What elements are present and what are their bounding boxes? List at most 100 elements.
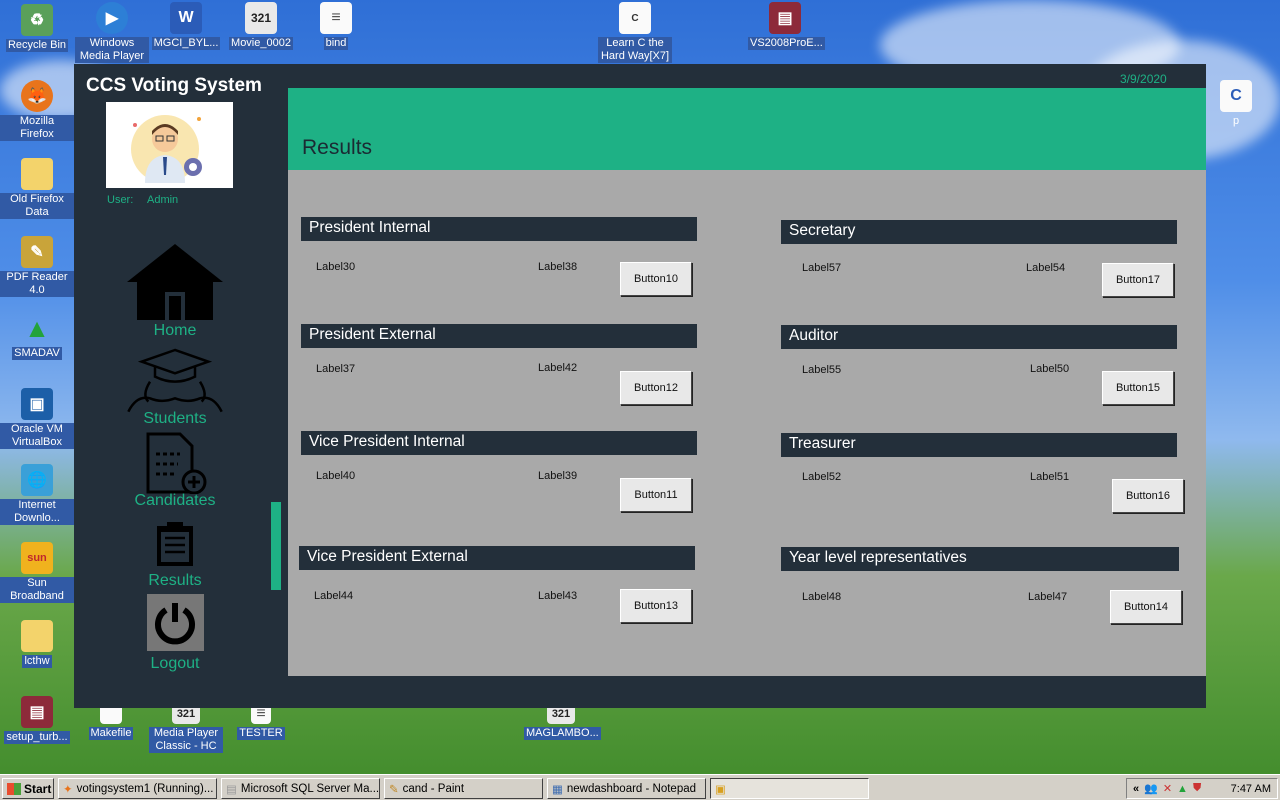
candidate-label: Label55 bbox=[802, 364, 842, 376]
votes-label: Label51 bbox=[1030, 471, 1070, 483]
voting-system-window: CCS Voting System 3/9/2020 User: Admin H… bbox=[74, 64, 1206, 708]
network-icon[interactable]: ✕ bbox=[1163, 782, 1172, 795]
desktop-icon-makefile[interactable]: Makefile bbox=[74, 704, 148, 740]
task-notepad[interactable]: ▦ newdashboard - Notepad bbox=[547, 778, 706, 799]
desktop-icon-p[interactable]: C p bbox=[1199, 80, 1273, 128]
desktop-icon-setup-turbo[interactable]: ▤ setup_turb... bbox=[0, 696, 74, 744]
task-votingsystem[interactable]: ✦ votingsystem1 (Running)... bbox=[58, 778, 217, 799]
archive-icon: ▤ bbox=[769, 2, 801, 34]
nav-home-label: Home bbox=[153, 322, 197, 339]
votes-label: Label43 bbox=[538, 590, 578, 602]
section-header: Year level representatives bbox=[781, 547, 1179, 571]
word-doc-icon: W bbox=[170, 2, 202, 34]
desktop-icon-virtualbox[interactable]: ▣ Oracle VM VirtualBox bbox=[0, 388, 74, 449]
desktop-icon-lcthw[interactable]: lcthw bbox=[0, 620, 74, 668]
candidate-label: Label40 bbox=[316, 470, 356, 482]
desktop-icon-sun-broadband[interactable]: sun Sun Broadband bbox=[0, 542, 74, 603]
desktop-icon-smadav[interactable]: ▲ SMADAV bbox=[0, 312, 74, 360]
page-header: Results bbox=[288, 88, 1206, 170]
candidate-label: Label30 bbox=[316, 261, 356, 273]
start-button[interactable]: Start bbox=[2, 778, 54, 799]
virtualbox-icon: ✦ bbox=[63, 783, 73, 796]
start-label: Start bbox=[24, 781, 52, 796]
home-icon bbox=[125, 242, 225, 320]
button-14[interactable]: Button14 bbox=[1110, 590, 1182, 624]
download-icon: 🌐 bbox=[21, 464, 53, 496]
system-tray: « 👥 ✕ ▲ ⛊ 7:47 AM bbox=[1126, 778, 1278, 799]
votes-label: Label38 bbox=[538, 261, 578, 273]
results-panel: President Internal Label30 Label38 Butto… bbox=[288, 170, 1206, 676]
desktop-icon-bind[interactable]: ≡ bind bbox=[299, 2, 373, 50]
nav-results-label: Results bbox=[148, 572, 202, 589]
media-player-icon: ▶ bbox=[96, 2, 128, 34]
tray-chevron-icon[interactable]: « bbox=[1133, 783, 1139, 795]
button-13[interactable]: Button13 bbox=[620, 589, 692, 623]
desktop-icon-movie[interactable]: 321 Movie_0002 bbox=[224, 2, 298, 50]
button-10[interactable]: Button10 bbox=[620, 262, 692, 296]
user-label: User: bbox=[107, 194, 134, 206]
task-label: votingsystem1 (Running)... bbox=[76, 782, 214, 795]
desktop-icon-maglambo[interactable]: 321 MAGLAMBO... bbox=[524, 704, 601, 740]
nav-students[interactable]: Students bbox=[114, 342, 236, 428]
sql-server-icon: ▤ bbox=[226, 783, 237, 796]
smadav-tray-icon[interactable]: ▲ bbox=[1177, 783, 1188, 795]
desktop-icon-windows-media-player[interactable]: ▶ Windows Media Player bbox=[75, 2, 149, 63]
desktop-icon-old-firefox-data[interactable]: Old Firefox Data bbox=[0, 158, 74, 219]
desktop-icon-mgci[interactable]: W MGCI_BYL... bbox=[149, 2, 223, 50]
c-source-file-icon: C bbox=[1220, 80, 1252, 112]
task-label: cand - Paint bbox=[402, 782, 465, 795]
button-17[interactable]: Button17 bbox=[1102, 263, 1174, 297]
video-icon: 321 bbox=[245, 2, 277, 34]
votes-label: Label54 bbox=[1026, 262, 1066, 274]
user-value: Admin bbox=[147, 194, 179, 206]
desktop-icon-vs2008[interactable]: ▤ VS2008ProE... bbox=[748, 2, 825, 50]
text-file-icon: ≡ bbox=[320, 2, 352, 34]
section-header: President External bbox=[301, 324, 697, 348]
votes-label: Label42 bbox=[538, 362, 578, 374]
task-sql-server[interactable]: ▤ Microsoft SQL Server Ma... bbox=[221, 778, 380, 799]
task-active-window[interactable]: ▣ bbox=[710, 778, 869, 799]
active-nav-indicator bbox=[271, 502, 281, 590]
date-label: 3/9/2020 bbox=[1120, 72, 1167, 86]
candidate-label: Label52 bbox=[802, 471, 842, 483]
nav-logout-label: Logout bbox=[150, 655, 200, 672]
section-header: Auditor bbox=[781, 325, 1177, 349]
candidates-icon bbox=[125, 432, 225, 494]
task-label: Microsoft SQL Server Ma... bbox=[240, 782, 380, 795]
button-16[interactable]: Button16 bbox=[1112, 479, 1184, 513]
button-12[interactable]: Button12 bbox=[620, 371, 692, 405]
shield-icon[interactable]: ⛊ bbox=[1193, 782, 1201, 795]
users-icon[interactable]: 👥 bbox=[1144, 782, 1158, 795]
admin-avatar-icon bbox=[130, 115, 202, 183]
nav-candidates[interactable]: Candidates bbox=[114, 432, 236, 510]
desktop-icon-tester[interactable]: ≡ TESTER bbox=[224, 704, 298, 740]
virtualbox-icon: ▣ bbox=[21, 388, 53, 420]
desktop-icon-internet-download[interactable]: 🌐 Internet Downlo... bbox=[0, 464, 74, 525]
section-header: Vice President External bbox=[299, 546, 695, 570]
desktop-icon-media-player-classic[interactable]: 321 Media Player Classic - HC bbox=[149, 704, 223, 753]
clock: 7:47 AM bbox=[1230, 782, 1271, 795]
sun-icon: sun bbox=[21, 542, 53, 574]
desktop-icon-pdf-reader[interactable]: ✎ PDF Reader 4.0 bbox=[0, 236, 74, 297]
button-15[interactable]: Button15 bbox=[1102, 371, 1174, 405]
paint-icon: ✎ bbox=[389, 783, 399, 796]
task-paint[interactable]: ✎ cand - Paint bbox=[384, 778, 543, 799]
candidate-label: Label44 bbox=[314, 590, 354, 602]
votes-label: Label50 bbox=[1030, 363, 1070, 375]
pdf-icon: ✎ bbox=[21, 236, 53, 268]
desktop-icon-recycle-bin[interactable]: ♻ Recycle Bin bbox=[0, 4, 74, 52]
taskbar: Start ✦ votingsystem1 (Running)... ▤ Mic… bbox=[0, 774, 1280, 800]
results-clipboard-icon bbox=[125, 522, 225, 568]
candidate-label: Label57 bbox=[802, 262, 842, 274]
section-header: President Internal bbox=[301, 217, 697, 241]
nav-results[interactable]: Results bbox=[114, 522, 236, 590]
folder-icon bbox=[21, 620, 53, 652]
button-11[interactable]: Button11 bbox=[620, 478, 692, 512]
nav-home[interactable]: Home bbox=[114, 242, 236, 340]
desktop-icon-learn-c[interactable]: C Learn C the Hard Way[X7] bbox=[598, 2, 672, 63]
document-icon: C bbox=[619, 2, 651, 34]
desktop-icon-firefox[interactable]: 🦊 Mozilla Firefox bbox=[0, 80, 74, 141]
section-header: Vice President Internal bbox=[301, 431, 697, 455]
nav-logout[interactable]: Logout bbox=[114, 594, 236, 673]
votes-label: Label47 bbox=[1028, 591, 1068, 603]
